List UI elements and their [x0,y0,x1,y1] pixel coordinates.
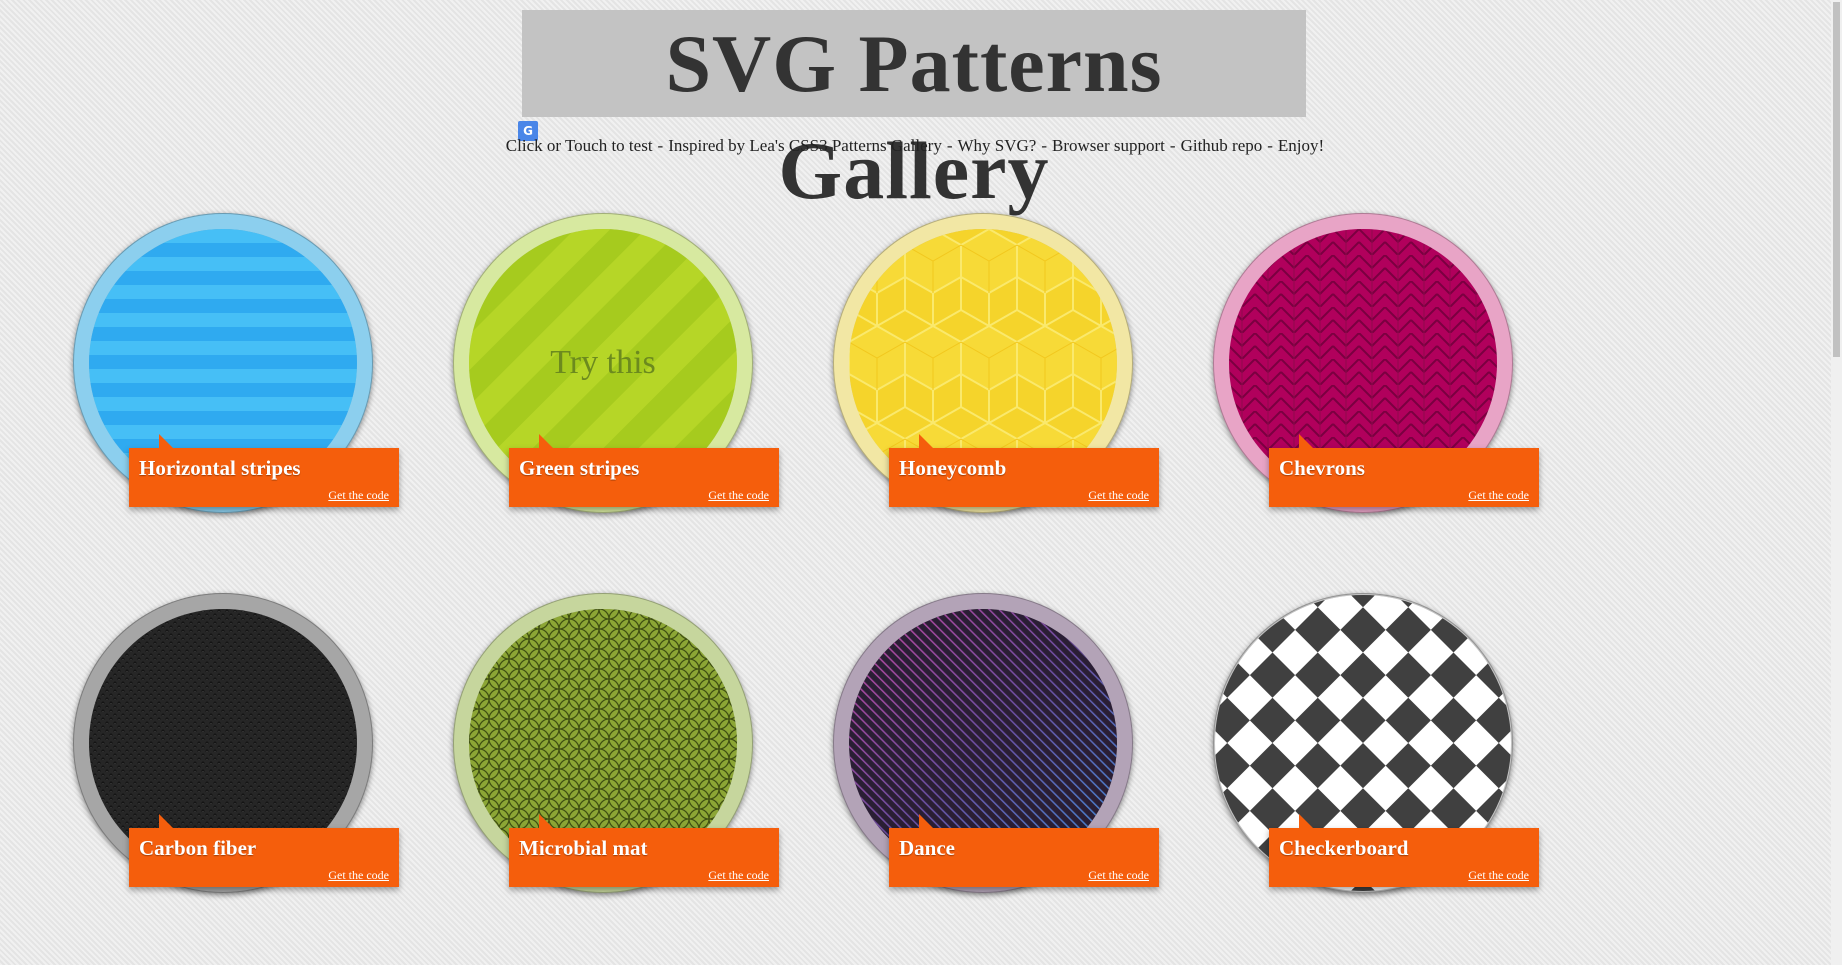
pattern-card-green-stripes[interactable]: Try this Green stripes Get the code [453,213,833,543]
get-the-code-link[interactable]: Get the code [328,868,389,883]
scrollbar-thumb[interactable] [1833,2,1840,357]
get-the-code-link[interactable]: Get the code [1088,488,1149,503]
pattern-card-honeycomb[interactable]: Honeycomb Get the code [833,213,1213,543]
pattern-card-carbon-fiber[interactable]: Carbon fiber Get the code [73,593,453,923]
get-the-code-link[interactable]: Get the code [1088,868,1149,883]
nav-github-link[interactable]: Github repo [1181,136,1263,155]
pattern-name: Chevrons [1279,456,1365,480]
pattern-card-horizontal-stripes[interactable]: Horizontal stripes Get the code [73,213,453,543]
pattern-name: Honeycomb [899,456,1007,480]
page-title: SVG Patterns Gallery [665,18,1163,216]
nav-inspired-link[interactable]: Inspired by Lea's CSS3 Patterns Gallery [668,136,942,155]
pattern-name: Carbon fiber [139,836,257,860]
pattern-label-ribbon: Checkerboard Get the code [1269,814,1539,887]
scrollbar[interactable] [1831,0,1842,965]
subtitle-nav: Click or Touch to test - Inspired by Lea's… [505,136,1325,155]
pattern-card-checkerboard[interactable]: Checkerboard Get the code [1213,593,1593,923]
get-the-code-link[interactable]: Get the code [708,488,769,503]
pattern-label-ribbon: Green stripes Get the code [509,434,779,507]
nav-click-touch: Click or Touch to test [505,136,653,155]
get-the-code-link[interactable]: Get the code [328,488,389,503]
pattern-card-chevrons[interactable]: Chevrons Get the code [1213,213,1593,543]
pattern-name: Checkerboard [1279,836,1409,860]
nav-enjoy: Enjoy! [1277,136,1325,155]
pattern-name: Dance [899,836,955,860]
pattern-label-ribbon: Microbial mat Get the code [509,814,779,887]
pattern-label-ribbon: Carbon fiber Get the code [129,814,399,887]
pattern-name: Microbial mat [519,836,648,860]
nav-browser-support-link[interactable]: Browser support [1052,136,1165,155]
get-the-code-link[interactable]: Get the code [708,868,769,883]
pattern-label-ribbon: Chevrons Get the code [1269,434,1539,507]
pattern-card-microbial-mat[interactable]: Microbial mat Get the code [453,593,833,923]
pattern-label-ribbon: Horizontal stripes Get the code [129,434,399,507]
title-highlight: SVG Patterns Gallery [522,10,1306,216]
pattern-label-ribbon: Honeycomb Get the code [889,434,1159,507]
get-the-code-link[interactable]: Get the code [1468,868,1529,883]
pattern-card-dance[interactable]: Dance Get the code [833,593,1213,923]
get-the-code-link[interactable]: Get the code [1468,488,1529,503]
nav-why-svg-link[interactable]: Why SVG? [958,136,1037,155]
pattern-name: Horizontal stripes [139,456,301,480]
pattern-name: Green stripes [519,456,640,480]
pattern-label-ribbon: Dance Get the code [889,814,1159,887]
